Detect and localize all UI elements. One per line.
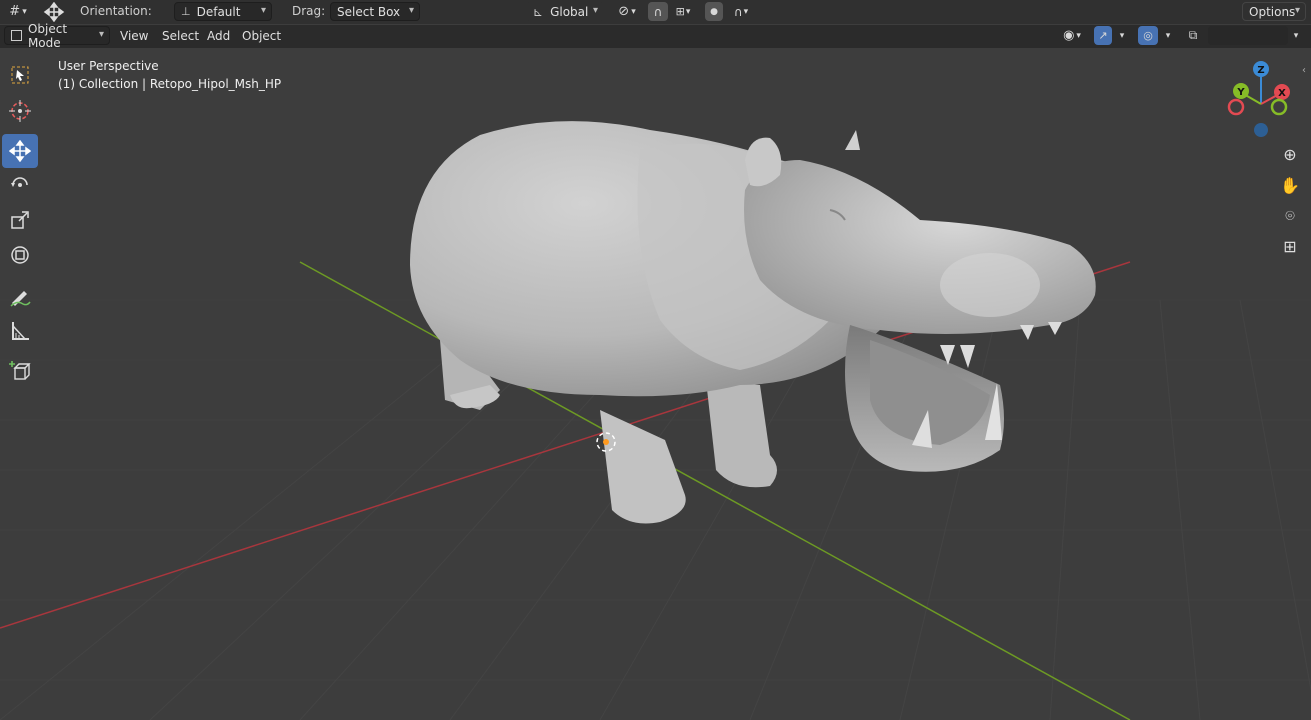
gizmo-neg-y[interactable] — [1270, 98, 1288, 116]
drag-dropdown[interactable]: Select Box ▾ — [330, 2, 420, 21]
annotate-icon — [10, 291, 31, 307]
hippo-mesh[interactable] — [410, 121, 1096, 524]
options-label: Options — [1249, 4, 1296, 19]
gizmo-z-label: Z — [1257, 65, 1264, 76]
magnet-icon: ∩ — [653, 4, 663, 19]
shading-menu-button[interactable]: ▾ — [1288, 26, 1304, 45]
pivot-point-button[interactable]: ⊘ ▾ — [612, 2, 642, 21]
object-mode-icon — [11, 30, 22, 41]
proportional-edit-toggle[interactable]: ● — [705, 2, 723, 21]
annotate-tool[interactable] — [2, 280, 38, 314]
grid-ortho-icon: ⊞ — [1283, 236, 1297, 256]
chevron-down-icon: ▾ — [98, 29, 104, 40]
orientation-axes-icon: ⊥ — [181, 5, 191, 18]
perspective-label: User Perspective — [58, 59, 159, 73]
move-tool[interactable] — [2, 134, 38, 168]
orientation-value: Default — [196, 4, 241, 19]
falloff-curve-icon: ∩ — [733, 4, 743, 19]
gizmo-x-axis[interactable]: X — [1274, 84, 1290, 100]
mode-value: Object Mode — [27, 21, 68, 50]
chevron-down-icon: ▾ — [1294, 5, 1300, 16]
drag-value: Select Box — [337, 4, 401, 19]
transform-tool[interactable] — [2, 238, 38, 272]
mode-dropdown[interactable]: Object Mode ▾ — [4, 22, 110, 50]
camera-view-button[interactable]: ⌾ — [1276, 202, 1304, 230]
add-cube-icon — [9, 361, 31, 380]
tool-settings-bar: # ▾ Orientation: ⊥ Default ▾ Drag: Select… — [0, 0, 1311, 24]
navigation-gizmo[interactable]: Z X Y — [1226, 60, 1296, 140]
chevron-down-icon: ▾ — [1165, 30, 1171, 41]
snap-toggle[interactable]: ∩ — [648, 2, 668, 21]
chevron-down-icon: ▾ — [592, 5, 598, 16]
transform-orientation-value: Global — [550, 4, 589, 19]
xray-toggle[interactable]: ⧉ — [1184, 26, 1202, 45]
drag-label: Drag: — [292, 4, 326, 18]
gizmo-y-axis[interactable]: Y — [1233, 83, 1249, 99]
chevron-down-icon: ▾ — [1119, 30, 1125, 41]
gizmo-menu-button[interactable]: ▾ — [1114, 26, 1130, 45]
transform-icon — [11, 246, 29, 264]
rotate-tool[interactable] — [2, 168, 38, 202]
menu-view[interactable]: View — [114, 26, 154, 45]
add-cube-tool[interactable] — [2, 354, 38, 388]
hand-pan-icon: ✋ — [1280, 175, 1300, 195]
camera-icon: ⌾ — [1285, 206, 1295, 225]
transform-axes-icon: ⊾ — [533, 4, 544, 19]
sidebar-toggle-icon[interactable]: ‹ — [1302, 65, 1306, 76]
zoom-icon: ⊕ — [1283, 144, 1297, 164]
gizmo-x-label: X — [1278, 88, 1286, 99]
move-tool-button[interactable] — [40, 1, 68, 22]
gizmo-neg-z[interactable] — [1254, 123, 1268, 137]
transform-orientation-dropdown[interactable]: ⊾ Global ▾ — [526, 2, 604, 21]
move-icon — [9, 140, 31, 162]
orientation-dropdown[interactable]: ⊥ Default ▾ — [174, 2, 272, 21]
gizmo-toggle[interactable]: ↗ — [1094, 26, 1112, 45]
proportional-dot-icon: ● — [710, 6, 718, 17]
orientation-label: Orientation: — [80, 4, 152, 18]
pivot-icon: ⊘ — [618, 4, 630, 19]
shading-modes — [1208, 26, 1288, 45]
falloff-button[interactable]: ∩ ▾ — [726, 2, 756, 21]
cursor-icon — [9, 100, 31, 122]
3d-viewport[interactable]: User Perspective (1) Collection | Retopo… — [0, 48, 1311, 720]
viewport-header: Object Mode ▾ View Select Add Object ◉ ▾ … — [0, 22, 1311, 70]
move-tool-icon — [43, 1, 65, 22]
gizmo-y-label: Y — [1236, 87, 1245, 98]
zoom-button[interactable]: ⊕ — [1276, 140, 1304, 168]
snap-target-button[interactable]: ⊞ ▾ — [670, 2, 696, 21]
ortho-toggle-button[interactable]: ⊞ — [1276, 232, 1304, 260]
viewport-canvas — [0, 121, 1311, 720]
chevron-down-icon: ▾ — [260, 5, 266, 16]
editor-type-button[interactable]: # ▾ — [4, 2, 32, 21]
chevron-down-icon: ▾ — [1293, 30, 1299, 41]
overlays-toggle[interactable]: ◎ — [1138, 26, 1158, 45]
collection-label: (1) Collection | Retopo_Hipol_Msh_HP — [58, 77, 282, 91]
pan-button[interactable]: ✋ — [1276, 171, 1304, 199]
scale-icon — [11, 211, 29, 229]
gizmo-neg-x[interactable] — [1227, 98, 1245, 116]
measure-icon — [12, 322, 29, 340]
gizmo-arrow-icon: ↗ — [1098, 29, 1108, 42]
menu-object[interactable]: Object — [236, 26, 287, 45]
menu-select[interactable]: Select — [156, 26, 205, 45]
rotate-icon — [11, 177, 28, 187]
select-box-icon — [11, 66, 29, 84]
overlay-circles-icon: ◎ — [1143, 29, 1153, 42]
visibility-button[interactable]: ◉ ▾ — [1056, 26, 1088, 45]
measure-tool[interactable] — [2, 314, 38, 348]
gizmo-z-axis[interactable]: Z — [1253, 61, 1269, 77]
eye-icon: ◉ — [1063, 28, 1075, 43]
overlays-menu-button[interactable]: ▾ — [1160, 26, 1176, 45]
xray-icon: ⧉ — [1188, 28, 1198, 42]
select-box-tool[interactable] — [2, 58, 38, 92]
cursor-tool[interactable] — [2, 94, 38, 128]
scale-tool[interactable] — [2, 203, 38, 237]
options-dropdown[interactable]: Options ▾ — [1242, 2, 1306, 21]
snap-grid-icon: ⊞ — [675, 5, 685, 18]
menu-add[interactable]: Add — [201, 26, 236, 45]
editor-type-icon: # — [9, 4, 21, 19]
chevron-down-icon: ▾ — [408, 5, 414, 16]
